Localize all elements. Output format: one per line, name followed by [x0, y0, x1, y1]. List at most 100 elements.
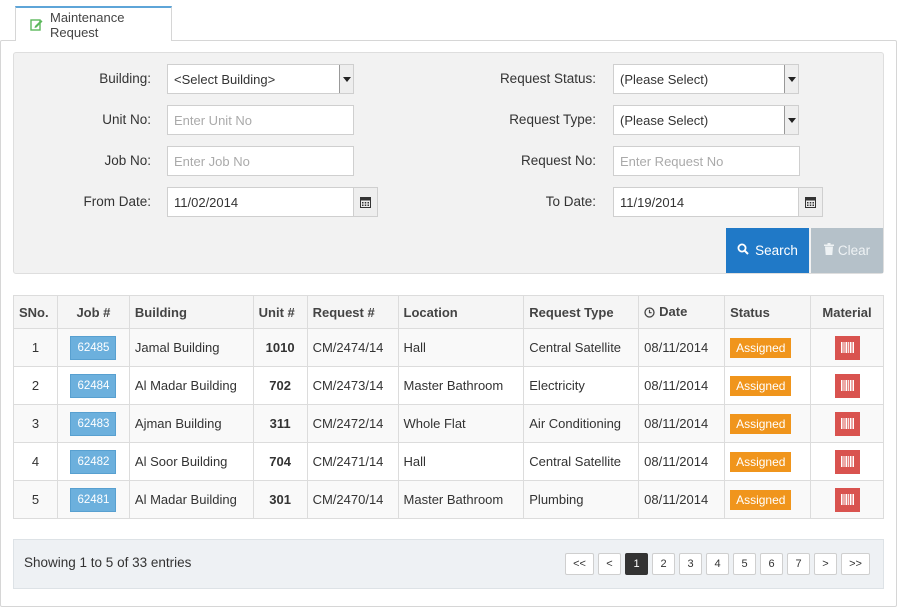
sno-text: 4 [31, 454, 40, 469]
status-badge[interactable]: Assigned [730, 375, 792, 396]
cell-sno: 4 [13, 442, 58, 481]
status-badge[interactable]: Assigned [730, 451, 792, 472]
request-text: CM/2474/14 [312, 340, 384, 355]
next-page-button[interactable]: > [814, 553, 837, 575]
cell-location: Whole Flat [397, 404, 525, 443]
col-header-location[interactable]: Location [397, 295, 525, 329]
calendar-icon[interactable] [799, 187, 823, 217]
barcode-icon[interactable] [834, 335, 860, 360]
job-number-badge[interactable]: 62482 [70, 449, 117, 474]
barcode-icon[interactable] [834, 411, 860, 436]
job-number-badge[interactable]: 62483 [70, 411, 117, 436]
location-text: Hall [403, 340, 426, 355]
cell-building: Al Madar Building [128, 480, 254, 519]
building-select[interactable]: <Select Building> [167, 64, 354, 94]
col-header-request-type[interactable]: Request Type [523, 295, 640, 329]
cell-material [810, 442, 884, 481]
cell-job: 62482 [56, 442, 130, 481]
prev-page-button[interactable]: < [598, 553, 621, 575]
cell-sno: 1 [13, 328, 58, 367]
barcode-icon[interactable] [834, 449, 860, 474]
page-button[interactable]: 3 [679, 553, 702, 575]
col-header-building[interactable]: Building [128, 295, 254, 329]
page-button[interactable]: 1 [625, 553, 648, 575]
col-header-sno[interactable]: SNo. [13, 295, 58, 329]
date-text: 08/11/2014 [644, 492, 709, 507]
cell-location: Hall [397, 442, 525, 481]
status-badge[interactable]: Assigned [730, 413, 792, 434]
unit-no-input[interactable]: Enter Unit No [167, 105, 354, 135]
job-number-badge[interactable]: 62481 [70, 487, 117, 512]
unit-text: 702 [269, 378, 291, 393]
date-text: 08/11/2014 [644, 454, 709, 469]
request-no-label: Request No: [520, 153, 596, 168]
table-header-row: SNo. Job # Building Unit # Request # Loc… [13, 295, 884, 329]
search-button[interactable]: Search [726, 228, 809, 273]
cell-material [810, 328, 884, 367]
status-badge[interactable]: Assigned [730, 337, 792, 358]
request-no-input[interactable]: Enter Request No [613, 146, 800, 176]
page-button[interactable]: 2 [652, 553, 675, 575]
date-text: 08/11/2014 [644, 340, 709, 355]
page-button[interactable]: 4 [706, 553, 729, 575]
barcode-icon[interactable] [834, 487, 860, 512]
request-status-value: (Please Select) [620, 71, 709, 87]
chevron-down-icon [784, 65, 798, 93]
calendar-icon[interactable] [354, 187, 378, 217]
cell-date: 08/11/2014 [638, 442, 726, 481]
cell-date: 08/11/2014 [638, 328, 726, 367]
clear-button[interactable]: Clear [811, 228, 883, 273]
trash-icon [823, 243, 834, 258]
request-text: CM/2470/14 [312, 492, 384, 507]
col-header-job[interactable]: Job # [56, 295, 130, 329]
to-date-label: To Date: [545, 194, 596, 209]
first-page-button[interactable]: << [565, 553, 594, 575]
building-text: Al Madar Building [134, 378, 237, 393]
request-status-select[interactable]: (Please Select) [613, 64, 799, 94]
unit-text: 704 [269, 454, 291, 469]
tab-maintenance-request[interactable]: Maintenance Request [15, 6, 172, 41]
barcode-icon[interactable] [834, 373, 860, 398]
cell-unit: 301 [252, 480, 308, 519]
cell-location: Hall [397, 328, 525, 367]
col-header-material[interactable]: Material [810, 295, 884, 329]
cell-request: CM/2472/14 [306, 404, 399, 443]
clock-icon [644, 306, 655, 321]
job-number-badge[interactable]: 62485 [70, 335, 117, 360]
job-number-badge[interactable]: 62484 [70, 373, 117, 398]
page-button[interactable]: 5 [733, 553, 756, 575]
cell-request-type: Air Conditioning [523, 404, 640, 443]
request-text: CM/2473/14 [312, 378, 384, 393]
col-header-date[interactable]: Date [638, 295, 726, 329]
cell-request: CM/2470/14 [306, 480, 399, 519]
date-text: 08/11/2014 [644, 416, 709, 431]
clear-button-label: Clear [837, 243, 871, 258]
cell-sno: 5 [13, 480, 58, 519]
requests-table: SNo. Job # Building Unit # Request # Loc… [13, 295, 884, 519]
sno-text: 3 [31, 416, 40, 431]
location-text: Whole Flat [403, 416, 466, 431]
request-type-select[interactable]: (Please Select) [613, 105, 799, 135]
building-text: Al Soor Building [134, 454, 228, 469]
col-header-unit[interactable]: Unit # [252, 295, 308, 329]
last-page-button[interactable]: >> [841, 553, 870, 575]
page-button[interactable]: 7 [787, 553, 810, 575]
location-text: Hall [403, 454, 426, 469]
pagination: << < 1234567 > >> [565, 553, 870, 575]
sno-text: 1 [31, 340, 40, 355]
cell-location: Master Bathroom [397, 366, 525, 405]
table-row: 3 62483 Ajman Building 311 CM/2472/14 Whole F… [13, 404, 884, 443]
cell-request-type: Electricity [523, 366, 640, 405]
to-date-input[interactable]: 11/19/2014 [613, 187, 799, 217]
col-header-request[interactable]: Request # [306, 295, 399, 329]
col-header-status[interactable]: Status [724, 295, 811, 329]
status-badge[interactable]: Assigned [730, 489, 792, 510]
table-row: 4 62482 Al Soor Building 704 CM/2471/14 Hall C… [13, 442, 884, 481]
from-date-input[interactable]: 11/02/2014 [167, 187, 354, 217]
table-row: 5 62481 Al Madar Building 301 CM/2470/14 Mast… [13, 480, 884, 519]
page-button[interactable]: 6 [760, 553, 783, 575]
cell-status: Assigned [724, 480, 811, 519]
cell-request-type: Central Satellite [523, 442, 640, 481]
cell-building: Al Madar Building [128, 366, 254, 405]
job-no-input[interactable]: Enter Job No [167, 146, 354, 176]
